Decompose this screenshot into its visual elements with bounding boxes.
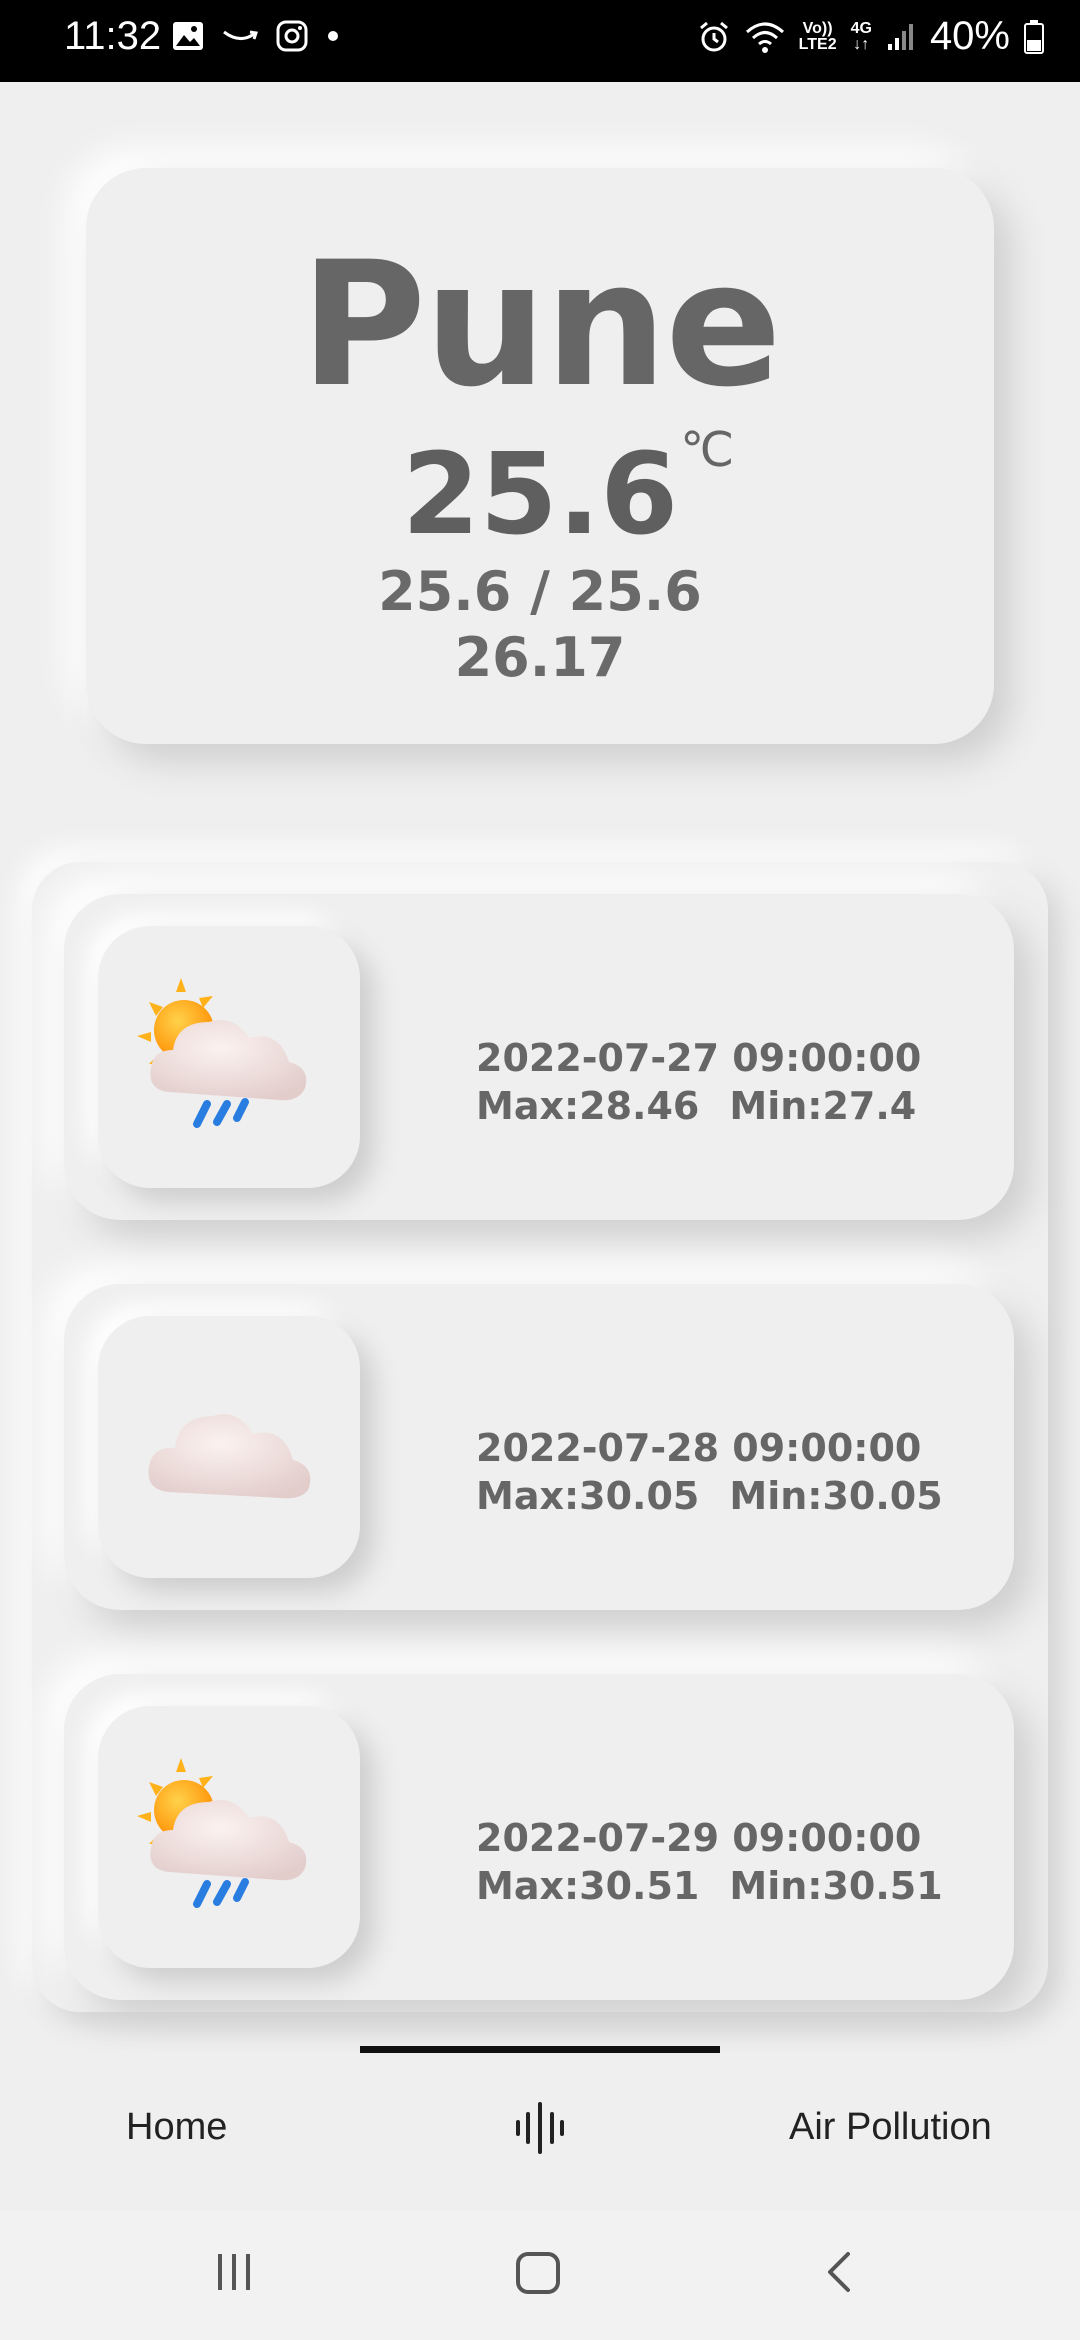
back-button[interactable] bbox=[820, 2248, 860, 2300]
volte-indicator: Vo)) LTE2 bbox=[798, 19, 837, 53]
waveform-icon bbox=[516, 2102, 564, 2154]
nav-air-pollution[interactable]: Air Pollution bbox=[789, 2106, 992, 2149]
recents-icon bbox=[218, 2254, 250, 2290]
min-max-temperature: 25.6 / 25.6 bbox=[378, 560, 702, 623]
home-button[interactable] bbox=[514, 2248, 562, 2300]
current-temperature: 25.6 ℃ bbox=[401, 422, 735, 560]
system-navigation-bar bbox=[0, 2210, 1080, 2340]
forecast-card[interactable]: 2022-07-28 09:00:00 Max:30.05 Min:30.05 bbox=[64, 1284, 1014, 1610]
forecast-max: Max:30.05 bbox=[476, 1474, 700, 1518]
cloud-icon bbox=[148, 1414, 311, 1499]
amazon-icon bbox=[223, 30, 258, 40]
battery-icon bbox=[1024, 19, 1044, 54]
sun-cloud-rain-icon bbox=[137, 1758, 307, 1908]
sun-cloud-rain-icon bbox=[137, 978, 307, 1128]
forecast-max: Max:28.46 bbox=[476, 1084, 700, 1128]
forecast-list[interactable]: 2022-07-27 09:00:00 Max:28.46 Min:27.4 20… bbox=[32, 862, 1048, 2012]
nav-home[interactable]: Home bbox=[126, 2106, 227, 2149]
battery-percent: 40% bbox=[929, 14, 1010, 58]
wifi-icon bbox=[745, 22, 784, 53]
dot-icon bbox=[328, 31, 338, 41]
gallery-icon bbox=[173, 22, 203, 50]
instagram-icon bbox=[276, 20, 308, 52]
home-icon bbox=[516, 2252, 560, 2294]
forecast-datetime: 2022-07-28 09:00:00 bbox=[476, 1426, 922, 1470]
forecast-min: Min:30.51 bbox=[729, 1864, 943, 1908]
forecast-datetime: 2022-07-29 09:00:00 bbox=[476, 1816, 922, 1860]
forecast-card[interactable]: 2022-07-29 09:00:00 Max:30.51 Min:30.51 bbox=[64, 1674, 1014, 2000]
forecast-max: Max:30.51 bbox=[476, 1864, 700, 1908]
back-icon bbox=[828, 2252, 850, 2292]
forecast-card[interactable]: 2022-07-27 09:00:00 Max:28.46 Min:27.4 bbox=[64, 894, 1014, 1220]
signal-icon bbox=[887, 23, 913, 50]
recents-button[interactable] bbox=[214, 2248, 254, 2300]
temperature-unit: ℃ bbox=[680, 422, 735, 478]
forecast-min: Min:27.4 bbox=[729, 1084, 917, 1128]
status-bar: 11:32 Vo)) LTE2 4G ↓↑ 40% bbox=[0, 0, 1080, 82]
status-time: 11:32 bbox=[64, 14, 162, 58]
network-indicator: 4G ↓↑ bbox=[850, 19, 872, 53]
active-tab-indicator bbox=[360, 2046, 720, 2053]
forecast-datetime: 2022-07-27 09:00:00 bbox=[476, 1036, 922, 1080]
forecast-min: Min:30.05 bbox=[729, 1474, 943, 1518]
feels-like-temperature: 26.17 bbox=[454, 626, 626, 689]
alarm-icon bbox=[699, 21, 728, 51]
nav-waveform[interactable] bbox=[512, 2100, 568, 2160]
city-name: Pune bbox=[300, 224, 782, 425]
current-weather-card: Pune 25.6 ℃ 25.6 / 25.6 26.17 bbox=[86, 168, 994, 744]
